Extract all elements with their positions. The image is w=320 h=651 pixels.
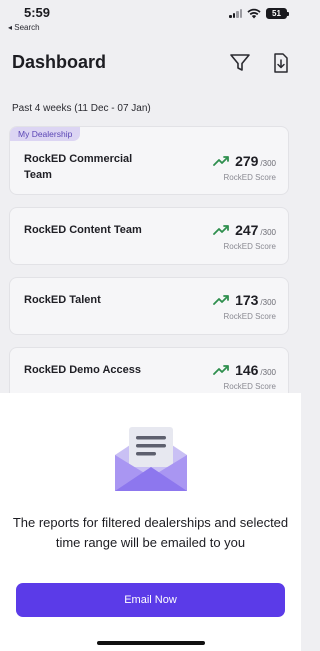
trend-up-icon: [213, 156, 229, 166]
header: Dashboard: [0, 40, 301, 88]
back-to-search-link[interactable]: ◂ Search: [8, 23, 40, 32]
download-icon[interactable]: [270, 52, 292, 74]
email-info-message: The reports for filtered dealerships and…: [12, 515, 289, 550]
score-row: 279 /300: [213, 153, 276, 169]
trend-up-icon: [213, 295, 229, 305]
team-name: RockED Demo Access: [24, 364, 141, 376]
team-name: RockED Content Team: [24, 224, 142, 236]
status-bar: 5:59 ◂ Search 51: [0, 0, 301, 36]
score-label: RockED Score: [223, 173, 276, 182]
dealership-card[interactable]: RockED Content Team 247 /300 RockED Scor…: [10, 208, 288, 264]
trend-up-icon: [213, 365, 229, 375]
battery-icon: 51: [266, 8, 289, 19]
score-value: 247: [235, 222, 259, 238]
score-label: RockED Score: [223, 382, 276, 391]
team-name: RockED Commercial Team: [24, 153, 133, 181]
score-max: /300: [260, 298, 276, 307]
score-value: 279: [235, 153, 259, 169]
clock: 5:59: [24, 5, 51, 20]
score-label: RockED Score: [223, 242, 276, 251]
score-row: 173 /300: [213, 292, 276, 308]
score-value: 173: [235, 292, 259, 308]
score-max: /300: [260, 159, 276, 168]
score-value: 146: [235, 362, 259, 378]
home-indicator: [97, 641, 205, 645]
score-max: /300: [260, 368, 276, 377]
score-max: /300: [260, 228, 276, 237]
signal-icon: [229, 9, 242, 18]
trend-up-icon: [213, 225, 229, 235]
score-row: 247 /300: [213, 222, 276, 238]
date-range-label: Past 4 weeks (11 Dec - 07 Jan): [12, 103, 151, 114]
wifi-icon: [247, 8, 261, 19]
score-row: 146 /300: [213, 362, 276, 378]
filter-icon[interactable]: [229, 52, 251, 74]
dealership-card[interactable]: RockED Talent 173 /300 RockED Score: [10, 278, 288, 334]
score-label: RockED Score: [223, 312, 276, 321]
status-icons: 51: [229, 8, 289, 19]
email-report-sheet: The reports for filtered dealerships and…: [0, 393, 301, 651]
dealership-card[interactable]: My Dealership RockED Commercial Team 279…: [10, 127, 288, 194]
team-name: RockED Talent: [24, 294, 101, 306]
envelope-icon: [115, 427, 187, 491]
email-now-button[interactable]: Email Now: [16, 583, 285, 617]
my-dealership-badge: My Dealership: [10, 127, 81, 141]
page-title: Dashboard: [12, 52, 107, 72]
